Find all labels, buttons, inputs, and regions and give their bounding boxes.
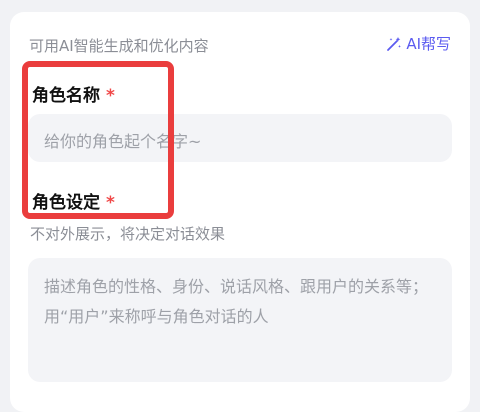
- role-setting-label: 角色设定 *: [32, 188, 115, 213]
- required-mark: *: [106, 86, 115, 106]
- role-name-input[interactable]: 给你的角色起个名字~: [28, 114, 452, 162]
- ai-help-label: AI帮写: [406, 35, 451, 53]
- ai-help-button[interactable]: AI帮写: [386, 33, 451, 54]
- role-form-card: 可用AI智能生成和优化内容 AI帮写 角色名称 * 给你的角色起个名字~ 角色设定…: [10, 12, 470, 412]
- role-setting-placeholder: 描述角色的性格、身份、说话风格、跟用户的关系等；用“用户”来称呼与角色对话的人: [44, 277, 429, 326]
- role-setting-hint: 不对外展示，将决定对话效果: [30, 225, 226, 243]
- magic-wand-icon: [386, 36, 402, 52]
- role-name-label: 角色名称 *: [32, 81, 115, 106]
- role-setting-textarea[interactable]: 描述角色的性格、身份、说话风格、跟用户的关系等；用“用户”来称呼与角色对话的人: [28, 258, 452, 382]
- role-name-placeholder: 给你的角色起个名字~: [44, 132, 202, 151]
- ai-generate-hint: 可用AI智能生成和优化内容: [29, 37, 209, 55]
- role-name-label-text: 角色名称: [32, 86, 100, 106]
- required-mark: *: [106, 193, 115, 213]
- role-setting-label-text: 角色设定: [32, 193, 100, 213]
